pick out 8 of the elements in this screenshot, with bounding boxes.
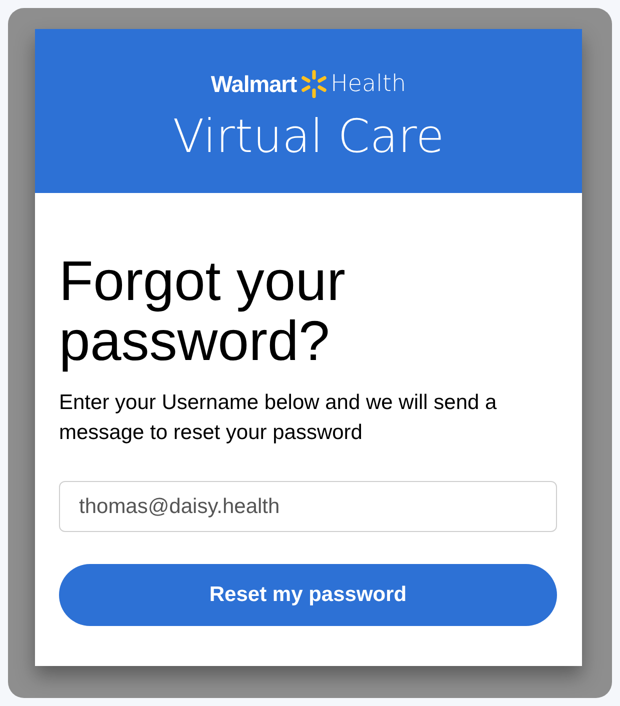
reset-password-button[interactable]: Reset my password (59, 564, 557, 626)
instructions-text: Enter your Username below and we will send a message to reset your password (59, 390, 498, 446)
page-heading: Forgot your password? (59, 251, 346, 371)
product-name: Health (330, 70, 406, 98)
header-title: Virtual Care (172, 108, 444, 164)
username-field[interactable]: thomas@daisy.health (59, 481, 557, 532)
spark-icon (300, 70, 328, 98)
brand-name: Walmart (210, 70, 297, 98)
